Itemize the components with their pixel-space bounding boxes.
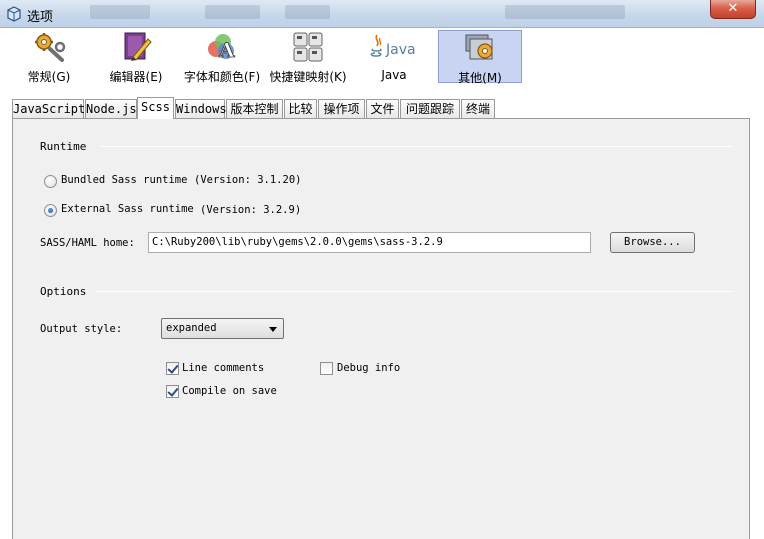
runtime-separator: [100, 146, 733, 147]
output-style-value: expanded: [166, 322, 217, 334]
gears-icon: [35, 33, 66, 62]
bundled-runtime-radio[interactable]: [44, 175, 57, 188]
window-title: 选项: [27, 10, 54, 25]
background-window-text: [205, 5, 260, 19]
tab-windows[interactable]: Windows: [175, 99, 227, 119]
runtime-section-label: Runtime: [40, 140, 87, 153]
keyboard-icon: [293, 32, 323, 62]
external-runtime-label: External Sass runtime: [61, 203, 194, 215]
tab-issue-tracking[interactable]: 问题跟踪: [400, 99, 460, 119]
category-keymap-label: 快捷键映射(K): [269, 70, 347, 84]
category-toolbar: 常规(G) 编辑器(E) A 字体和颜色(F) 快捷键映射(K) Java Ja…: [0, 28, 764, 86]
debug-info-label: Debug info: [337, 362, 401, 374]
svg-text:A: A: [218, 38, 235, 62]
category-editor[interactable]: 编辑器(E): [100, 30, 172, 84]
options-separator: [96, 291, 733, 292]
tab-scss[interactable]: Scss: [137, 97, 174, 119]
chevron-down-icon: [269, 327, 277, 332]
bundled-runtime-label: Bundled Sass runtime: [61, 174, 188, 186]
output-style-select[interactable]: expanded: [161, 318, 284, 339]
category-keymap[interactable]: 快捷键映射(K): [268, 30, 348, 84]
category-java-label: Java: [381, 68, 407, 82]
app-cube-icon: [7, 6, 21, 22]
close-button[interactable]: ✕: [710, 0, 756, 19]
tab-files[interactable]: 文件: [366, 99, 399, 119]
category-editor-label: 编辑器(E): [109, 70, 163, 84]
external-runtime-radio[interactable]: [44, 204, 57, 217]
browse-button[interactable]: Browse...: [610, 232, 695, 253]
category-general-label: 常规(G): [27, 70, 71, 84]
category-general[interactable]: 常规(G): [14, 30, 84, 84]
background-window-text: [505, 5, 625, 19]
line-comments-checkbox[interactable]: [166, 362, 179, 375]
background-window-text: [90, 5, 150, 19]
java-icon: Java: [370, 34, 416, 58]
sass-home-input[interactable]: C:\Ruby200\lib\ruby\gems\2.0.0\gems\sass…: [148, 232, 591, 253]
sass-home-label: SASS/HAML home:: [40, 237, 135, 249]
debug-info-checkbox[interactable]: [320, 362, 333, 375]
scss-settings-panel: Runtime Bundled Sass runtime (Version: 3…: [12, 118, 750, 539]
editor-book-icon: [124, 32, 152, 61]
tab-version-control[interactable]: 版本控制: [226, 99, 283, 119]
tab-javascript[interactable]: JavaScript: [12, 99, 85, 119]
bundled-runtime-version: (Version: 3.1.20): [194, 174, 302, 186]
tab-diff[interactable]: 比较: [284, 99, 317, 119]
compile-on-save-checkbox[interactable]: [166, 385, 179, 398]
tab-terminal[interactable]: 终端: [461, 99, 495, 119]
font-colors-icon: A: [208, 34, 235, 62]
misc-icon: [465, 34, 493, 60]
options-section-label: Options: [40, 285, 87, 298]
compile-on-save-label: Compile on save: [182, 385, 277, 397]
external-runtime-version: (Version: 3.2.9): [200, 204, 302, 216]
svg-text:Java: Java: [385, 42, 416, 58]
title-bar: 选项 ✕: [0, 0, 764, 28]
category-fonts-colors-label: 字体和颜色(F): [183, 70, 261, 84]
line-comments-label: Line comments: [182, 362, 265, 374]
tab-nodejs[interactable]: Node.js: [85, 99, 137, 119]
category-fonts-colors[interactable]: A 字体和颜色(F): [181, 30, 263, 84]
output-style-label: Output style:: [40, 323, 123, 335]
category-misc[interactable]: 其他(M): [438, 30, 522, 85]
category-java[interactable]: Java Java: [360, 30, 428, 83]
tab-action-items[interactable]: 操作项: [318, 99, 365, 119]
background-window-text: [285, 5, 330, 19]
category-misc-label: 其他(M): [458, 71, 502, 85]
